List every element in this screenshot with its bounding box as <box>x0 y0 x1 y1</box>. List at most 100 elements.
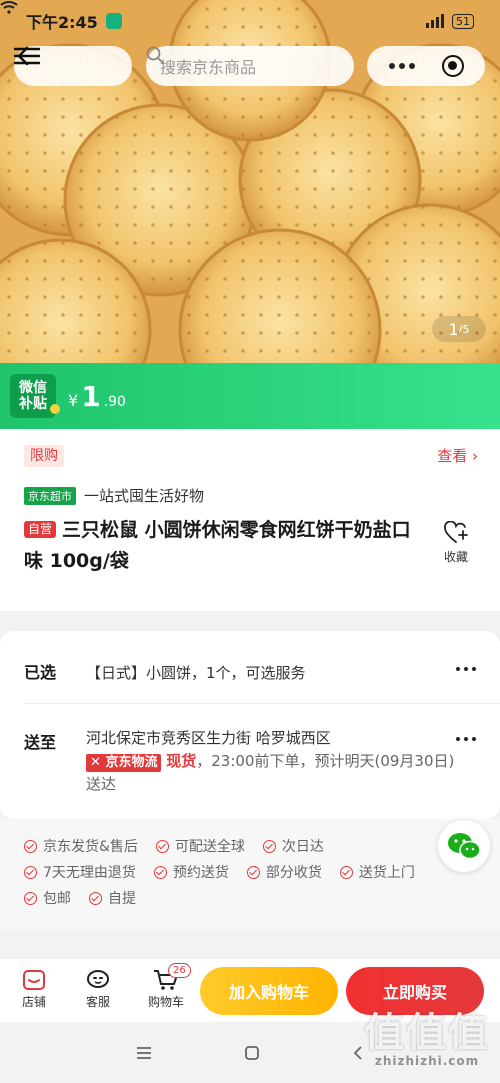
favorite-button[interactable]: 收藏 <box>432 520 480 565</box>
price-decimal: .90 <box>103 393 126 410</box>
watermark-main: 值值值 <box>364 1010 490 1056</box>
stock-status: 现货 <box>166 752 197 770</box>
watermark-sub: zhizhizhi.com <box>374 1054 480 1068</box>
price-value: ¥ 1 .90 <box>68 380 126 413</box>
divider <box>24 703 500 704</box>
battery-icon: 51 <box>452 13 474 29</box>
wifi-icon <box>0 1 18 14</box>
search-icon <box>146 46 164 64</box>
close-miniapp-icon[interactable] <box>441 55 464 77</box>
favorite-label: 收藏 <box>443 550 468 564</box>
service-item: 京东发货&售后 <box>24 836 138 856</box>
ship-to-row[interactable]: 送至 <box>24 729 86 753</box>
jd-supermarket-row[interactable]: 京东超市 一站式囤生活好物 <box>24 485 204 506</box>
shipping-info[interactable]: 河北保定市竞秀区生力街 哈罗城西区 ✕ 京东物流 现货，23:00前下单，预计明… <box>86 727 456 796</box>
store-label: 店铺 <box>21 995 46 1009</box>
check-circle-icon <box>153 865 167 879</box>
price-band: 微信 补贴 ¥ 1 .90 <box>0 363 500 429</box>
ship-label: 送至 <box>24 733 57 752</box>
app-notification-icon <box>105 13 122 29</box>
image-counter: 1/5 <box>432 316 486 342</box>
service-label: 京东发货&售后 <box>43 839 138 855</box>
add-to-cart-button[interactable]: 加入购物车 <box>200 967 338 1015</box>
more-dots-icon[interactable] <box>456 667 476 671</box>
check-circle-icon <box>246 865 260 879</box>
back-nav-icon[interactable] <box>352 1045 364 1061</box>
chevron-right-icon: › <box>472 447 478 465</box>
home-icon[interactable] <box>244 1045 260 1061</box>
search-placeholder: 搜索京东商品 <box>160 58 257 77</box>
service-item: 预约送货 <box>153 862 229 882</box>
service-label: 次日达 <box>281 839 324 855</box>
service-item: 可配送全球 <box>155 836 245 856</box>
watermark: 值值值 zhizhizhi.com <box>364 1000 490 1068</box>
cart-count-badge: 26 <box>168 963 191 978</box>
check-circle-icon <box>339 865 353 879</box>
more-options-icon[interactable] <box>388 63 415 69</box>
service-label: 可配送全球 <box>174 839 245 855</box>
service-label: 包邮 <box>43 891 71 907</box>
badge-line2: 补贴 <box>19 396 47 412</box>
nav-pill <box>14 46 132 86</box>
cart-button[interactable]: 购物车 26 <box>142 963 191 1010</box>
image-index: 1 <box>448 319 459 339</box>
service-line: 京东发货&售后 可配送全球 次日达 <box>24 833 476 859</box>
search-input[interactable]: 搜索京东商品 <box>146 46 354 86</box>
menu-icon[interactable] <box>14 46 40 66</box>
customer-service-label: 客服 <box>85 995 110 1009</box>
product-image[interactable]: 下午2:45 51 搜索京东商品 1/5 <box>0 0 500 363</box>
self-operated-tag: 自营 <box>24 521 57 538</box>
product-page: 下午2:45 51 搜索京东商品 1/5 微信 补贴 ¥ 1 .90 限购 查看… <box>0 0 500 1083</box>
check-more-link[interactable]: 查看 › <box>437 445 478 466</box>
heart-plus-icon <box>444 520 468 543</box>
miniapp-capsule <box>367 46 485 86</box>
product-info-card: 限购 查看 › 京东超市 一站式囤生活好物 自营 三只松鼠 小圆饼休闲零食网红饼干… <box>0 429 500 611</box>
store-icon <box>23 970 45 990</box>
service-label: 自提 <box>108 891 136 907</box>
check-circle-icon <box>24 839 37 853</box>
limit-tag: 限购 <box>24 445 64 467</box>
x-icon: ✕ <box>90 755 101 770</box>
wechat-share-button[interactable] <box>438 820 490 872</box>
badge-line1: 微信 <box>19 380 47 396</box>
top-navigation: 搜索京东商品 <box>0 46 500 88</box>
service-item: 部分收货 <box>246 862 322 882</box>
service-item: 7天无理由退货 <box>24 862 136 882</box>
service-item: 次日达 <box>262 836 324 856</box>
service-item: 包邮 <box>24 888 71 908</box>
signal-icon <box>426 14 444 28</box>
status-time: 下午2:45 <box>26 13 98 32</box>
store-button[interactable]: 店铺 <box>10 967 58 1010</box>
service-label: 部分收货 <box>265 865 322 881</box>
product-title-text: 三只松鼠 小圆饼休闲零食网红饼干奶盐口味 100g/袋 <box>24 519 411 572</box>
logistics-label: 京东物流 <box>105 755 158 770</box>
selection-card: 已选 【日式】小圆饼，1个，可选服务 送至 河北保定市竞秀区生力街 哈罗城西区 ✕… <box>0 631 500 819</box>
check-circle-icon <box>155 839 169 853</box>
service-label: 送货上门 <box>358 865 415 881</box>
product-title: 自营 三只松鼠 小圆饼休闲零食网红饼干奶盐口味 100g/袋 <box>24 515 424 577</box>
selected-row[interactable]: 已选 【日式】小圆饼，1个，可选服务 <box>24 659 306 683</box>
price-currency: ¥ <box>68 390 79 410</box>
jd-logistics-tag: ✕ 京东物流 <box>86 754 162 772</box>
service-list[interactable]: 京东发货&售后 可配送全球 次日达 7天无理由退货 预约送货 部分收货 送货上门… <box>0 819 500 931</box>
customer-service-button[interactable]: 客服 <box>74 967 122 1010</box>
check-more-label: 查看 <box>437 447 468 465</box>
wechat-subsidy-badge: 微信 补贴 <box>10 374 60 418</box>
check-circle-icon <box>24 891 37 905</box>
jd-supermarket-tag: 京东超市 <box>24 486 76 505</box>
service-label: 预约送货 <box>172 865 229 881</box>
cart-label: 购物车 <box>147 995 184 1009</box>
slogan: 一站式囤生活好物 <box>84 487 205 505</box>
service-line: 7天无理由退货 预约送货 部分收货 送货上门 <box>24 859 476 885</box>
check-circle-icon <box>24 865 37 879</box>
address: 河北保定市竞秀区生力街 哈罗城西区 <box>86 729 331 747</box>
more-dots-icon[interactable] <box>456 737 476 741</box>
check-circle-icon <box>89 891 102 905</box>
selected-label: 已选 <box>24 663 57 682</box>
status-bar: 下午2:45 51 <box>0 0 500 42</box>
service-label: 7天无理由退货 <box>43 865 136 881</box>
coin-icon <box>50 404 60 414</box>
image-total: /5 <box>458 322 470 336</box>
recent-apps-icon[interactable] <box>136 1046 152 1060</box>
service-item: 自提 <box>89 888 136 908</box>
